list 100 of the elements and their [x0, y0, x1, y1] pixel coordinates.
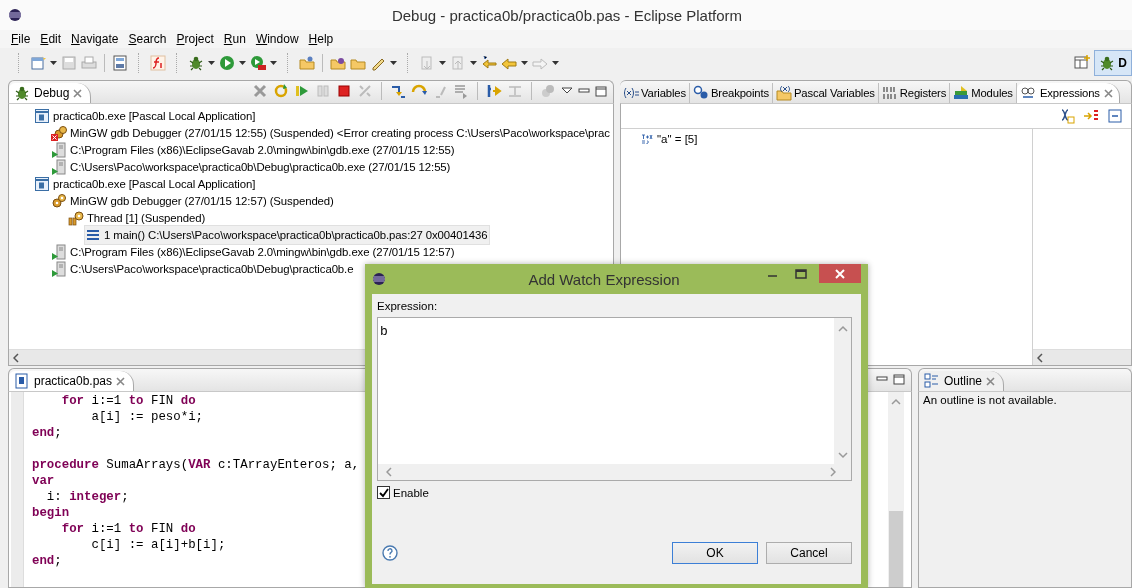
horizontal-scrollbar[interactable]	[378, 464, 851, 480]
scroll-left-icon[interactable]	[13, 352, 20, 363]
print-icon[interactable]	[81, 55, 97, 71]
variables-icon	[623, 85, 639, 101]
terminate-icon[interactable]	[336, 83, 352, 99]
code-line: end;	[32, 553, 62, 569]
caret-icon[interactable]	[552, 61, 559, 65]
expression-icon	[641, 133, 653, 145]
scroll-down-icon[interactable]	[837, 452, 848, 459]
close-icon[interactable]	[116, 376, 126, 386]
caret-icon[interactable]	[470, 61, 477, 65]
close-icon	[835, 268, 845, 279]
resume-icon[interactable]	[294, 83, 310, 99]
dialog-button[interactable]: Cancel	[766, 542, 852, 564]
code-line: i: integer;	[45, 489, 129, 505]
registers-icon	[881, 85, 898, 101]
caret-icon[interactable]	[50, 61, 57, 65]
code-line: begin	[32, 505, 70, 521]
step-into-icon[interactable]	[390, 83, 406, 99]
open-folder-icon[interactable]	[299, 55, 315, 71]
vertical-scrollbar[interactable]	[834, 318, 851, 464]
help-icon[interactable]	[382, 545, 398, 561]
process-icon	[51, 260, 67, 277]
menu-item[interactable]: Project	[171, 32, 219, 46]
dialog-title: Add Watch Expression	[527, 270, 681, 288]
caret-icon[interactable]	[390, 61, 397, 65]
caret-icon[interactable]	[521, 61, 528, 65]
expression-item[interactable]: "a" = [5]	[657, 133, 698, 145]
caret-icon[interactable]	[208, 61, 215, 65]
check-icon	[378, 487, 389, 498]
menu-item[interactable]: File	[6, 32, 36, 46]
perspective-button[interactable]: D	[1094, 50, 1132, 76]
drop-to-frame-icon[interactable]	[453, 83, 469, 99]
caret-icon[interactable]	[270, 61, 277, 65]
caret-icon[interactable]	[239, 61, 246, 65]
editor-tab[interactable]: practica0b.pas	[9, 371, 135, 391]
pascal-icon[interactable]	[150, 55, 166, 71]
process-icon	[51, 243, 67, 260]
horizontal-scrollbar[interactable]	[1033, 349, 1131, 365]
close-icon[interactable]	[1103, 88, 1113, 98]
maximize-icon[interactable]	[893, 373, 905, 385]
collapse-all-icon[interactable]	[1107, 108, 1123, 124]
menu-item[interactable]: Navigate	[66, 32, 124, 46]
vertical-scrollbar[interactable]	[888, 392, 904, 587]
checkbox[interactable]	[377, 486, 390, 499]
maximize-icon	[795, 268, 807, 279]
file-icon[interactable]	[14, 373, 30, 389]
add-watch-icon[interactable]	[1059, 108, 1075, 124]
application-icon	[34, 107, 50, 124]
tree-item[interactable]: 1 main() C:\Users\Paco\workspace\practica0b\practica0b.pas:27 0x00401436	[84, 224, 491, 245]
code-line: for i:=1 to FIN do	[60, 521, 196, 537]
bug-icon[interactable]	[14, 85, 30, 101]
external-tools-icon[interactable]	[250, 55, 266, 71]
remove-terminated-icon[interactable]	[252, 83, 268, 99]
relaunch-icon[interactable]	[273, 83, 289, 99]
dialog-button[interactable]: OK	[672, 542, 758, 564]
window-title: Debug - practica0b/practica0b.pas - Eclipse Platform	[390, 6, 744, 24]
checkbox-label[interactable]: Enable	[393, 486, 429, 499]
code-line: var	[32, 473, 55, 489]
code-line: a[i] := peso*i;	[90, 409, 204, 425]
binary-file-icon[interactable]	[112, 55, 128, 71]
minimize-icon[interactable]	[578, 86, 590, 96]
close-icon[interactable]	[73, 88, 83, 98]
expressions-icon	[1019, 85, 1036, 101]
bug-icon[interactable]	[1099, 55, 1116, 71]
menu-item[interactable]: Help	[303, 32, 339, 46]
menu-item[interactable]: Edit	[35, 32, 67, 46]
run-icon[interactable]	[219, 55, 235, 71]
breakpoints-icon	[692, 85, 709, 101]
process-icon	[51, 158, 67, 175]
scroll-up-icon[interactable]	[891, 398, 901, 405]
folder-icon[interactable]	[330, 55, 346, 71]
expression-field[interactable]: b	[377, 317, 852, 481]
code-line: end;	[32, 425, 62, 442]
outline-icon[interactable]	[924, 373, 940, 389]
last-edit-icon[interactable]	[481, 55, 497, 71]
menu-item[interactable]: Search	[123, 32, 172, 46]
open-perspective-icon[interactable]	[1074, 55, 1091, 71]
minimize-icon[interactable]	[876, 374, 888, 384]
menu-item[interactable]: Run	[218, 32, 251, 46]
instruction-step-icon[interactable]	[486, 83, 502, 99]
menu-item[interactable]: Window	[250, 32, 304, 46]
view-tab[interactable]: Outline	[919, 371, 1005, 391]
close-icon[interactable]	[986, 376, 996, 386]
scroll-right-icon[interactable]	[829, 467, 836, 477]
maximize-icon[interactable]	[595, 85, 607, 97]
view-menu-icon[interactable]	[561, 87, 573, 95]
view-tab[interactable]: Expressions	[1016, 83, 1120, 103]
debug-icon[interactable]	[188, 55, 204, 71]
folder-variables-icon	[775, 85, 792, 101]
thread-icon	[68, 209, 84, 226]
view-tab[interactable]: Debug	[9, 83, 92, 103]
scroll-up-icon[interactable]	[837, 325, 848, 332]
close-button[interactable]	[819, 264, 861, 283]
eclipse-icon	[8, 8, 22, 22]
code-line: procedure SumaArrays(VAR c:TArrayEnteros; a,	[32, 457, 360, 473]
code-line: for i:=1 to FIN do	[60, 393, 196, 409]
caret-icon[interactable]	[439, 61, 446, 65]
scroll-left-icon[interactable]	[1037, 352, 1044, 363]
gears-icon	[51, 192, 67, 209]
